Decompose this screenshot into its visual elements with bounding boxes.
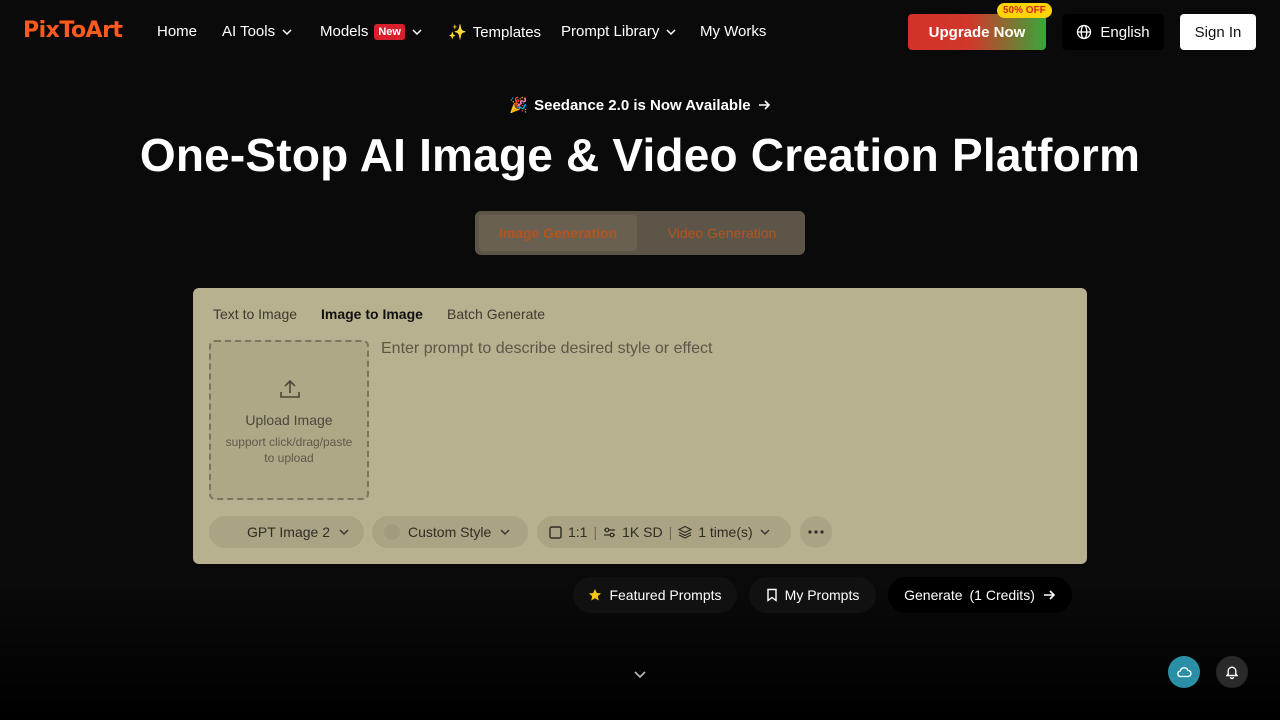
announcement-banner[interactable]: 🎉 Seedance 2.0 is Now Available [0,96,1280,114]
style-label: Custom Style [408,524,492,540]
nav-templates[interactable]: ✨ Templates [448,23,542,42]
chevron-down-icon [760,529,770,536]
upgrade-label: Upgrade Now [928,23,1026,41]
notification-button[interactable] [1216,656,1248,688]
aspect-ratio-icon [549,525,562,539]
generation-panel: Text to Image Image to Image Batch Gener… [193,288,1087,564]
scroll-down-chevron-icon[interactable] [633,667,647,681]
new-badge: New [374,23,405,40]
chevron-down-icon [282,28,292,35]
upload-title: Upload Image [245,412,333,428]
star-icon [589,589,602,601]
my-prompts-label: My Prompts [784,587,860,603]
arrow-right-icon [758,100,770,110]
more-horizontal-icon [808,530,824,534]
top-navbar: PixToArt Home AI Tools Models New ✨ Temp… [0,0,1280,64]
tab-video-generation[interactable]: Video Generation [643,215,801,251]
sparkles-icon: ✨ [448,24,467,41]
nav-home-label: Home [157,23,198,40]
cloud-icon [1177,667,1192,678]
globe-icon [1077,24,1092,40]
arrow-right-icon [1043,590,1056,600]
page-title: One-Stop AI Image & Video Creation Platf… [139,129,1141,181]
logo[interactable]: PixToArt [23,18,123,43]
discount-badge: 50% OFF [997,3,1052,18]
my-prompts-button[interactable]: My Prompts [749,577,876,613]
nav-my-works-label: My Works [700,23,767,40]
aspect-ratio-value: 1:1 [568,524,588,540]
nav-home[interactable]: Home [157,23,197,40]
prompt-input[interactable] [381,340,1071,490]
divider: | [593,524,598,540]
resolution-value: 1K SD [622,524,663,540]
generate-button[interactable]: Generate (1 Credits) [888,577,1072,613]
party-icon: 🎉 [509,97,529,114]
model-label: GPT Image 2 [247,524,331,540]
nav-models[interactable]: Models New [320,23,423,40]
style-avatar [384,524,400,540]
upload-subtitle: support click/drag/paste to upload [225,435,353,465]
model-select[interactable]: GPT Image 2 [209,516,364,548]
bookmark-icon [766,588,777,602]
generate-label: Generate [904,587,963,603]
generation-mode-switch: Image Generation Video Generation [475,211,805,255]
upload-icon [280,379,300,398]
upload-dropzone[interactable]: Upload Image support click/drag/paste to… [209,340,369,500]
more-options-button[interactable] [800,516,832,548]
bell-icon [1225,666,1239,680]
chevron-down-icon [666,28,676,35]
nav-prompt-library[interactable]: Prompt Library [561,23,677,40]
nav-models-label: Models [320,23,369,40]
cloud-button[interactable] [1168,656,1200,688]
count-value: 1 time(s) [698,524,753,540]
nav-templates-label: Templates [472,23,542,41]
language-button[interactable]: English [1062,14,1164,50]
language-label: English [1100,23,1150,41]
chevron-down-icon [339,529,349,536]
tab-image-generation[interactable]: Image Generation [479,215,637,251]
chevron-down-icon [412,28,422,35]
style-select[interactable]: Custom Style [372,516,528,548]
divider: | [668,524,673,540]
upgrade-button[interactable]: Upgrade Now [908,14,1046,50]
tab-batch-generate[interactable]: Batch Generate [447,306,545,322]
generate-credits-value: 1 Credits [974,587,1031,603]
sign-in-label: Sign In [1194,23,1242,41]
sliders-icon [604,527,616,537]
chevron-down-icon [500,529,510,536]
tab-image-to-image[interactable]: Image to Image [321,306,423,322]
nav-ai-tools[interactable]: AI Tools [222,23,293,40]
sign-in-button[interactable]: Sign In [1180,14,1256,50]
featured-prompts-button[interactable]: Featured Prompts [573,577,737,613]
tab-text-to-image[interactable]: Text to Image [213,306,297,322]
featured-prompts-label: Featured Prompts [609,587,722,603]
nav-my-works[interactable]: My Works [700,23,766,40]
announcement-text: Seedance 2.0 is Now Available [534,96,751,114]
output-settings[interactable]: 1:1 | 1K SD | 1 time(s) [537,516,791,548]
nav-ai-tools-label: AI Tools [222,23,276,40]
generate-credits: (1 Credits) [969,587,1035,603]
layers-icon [678,525,693,539]
nav-prompt-library-label: Prompt Library [561,23,660,40]
